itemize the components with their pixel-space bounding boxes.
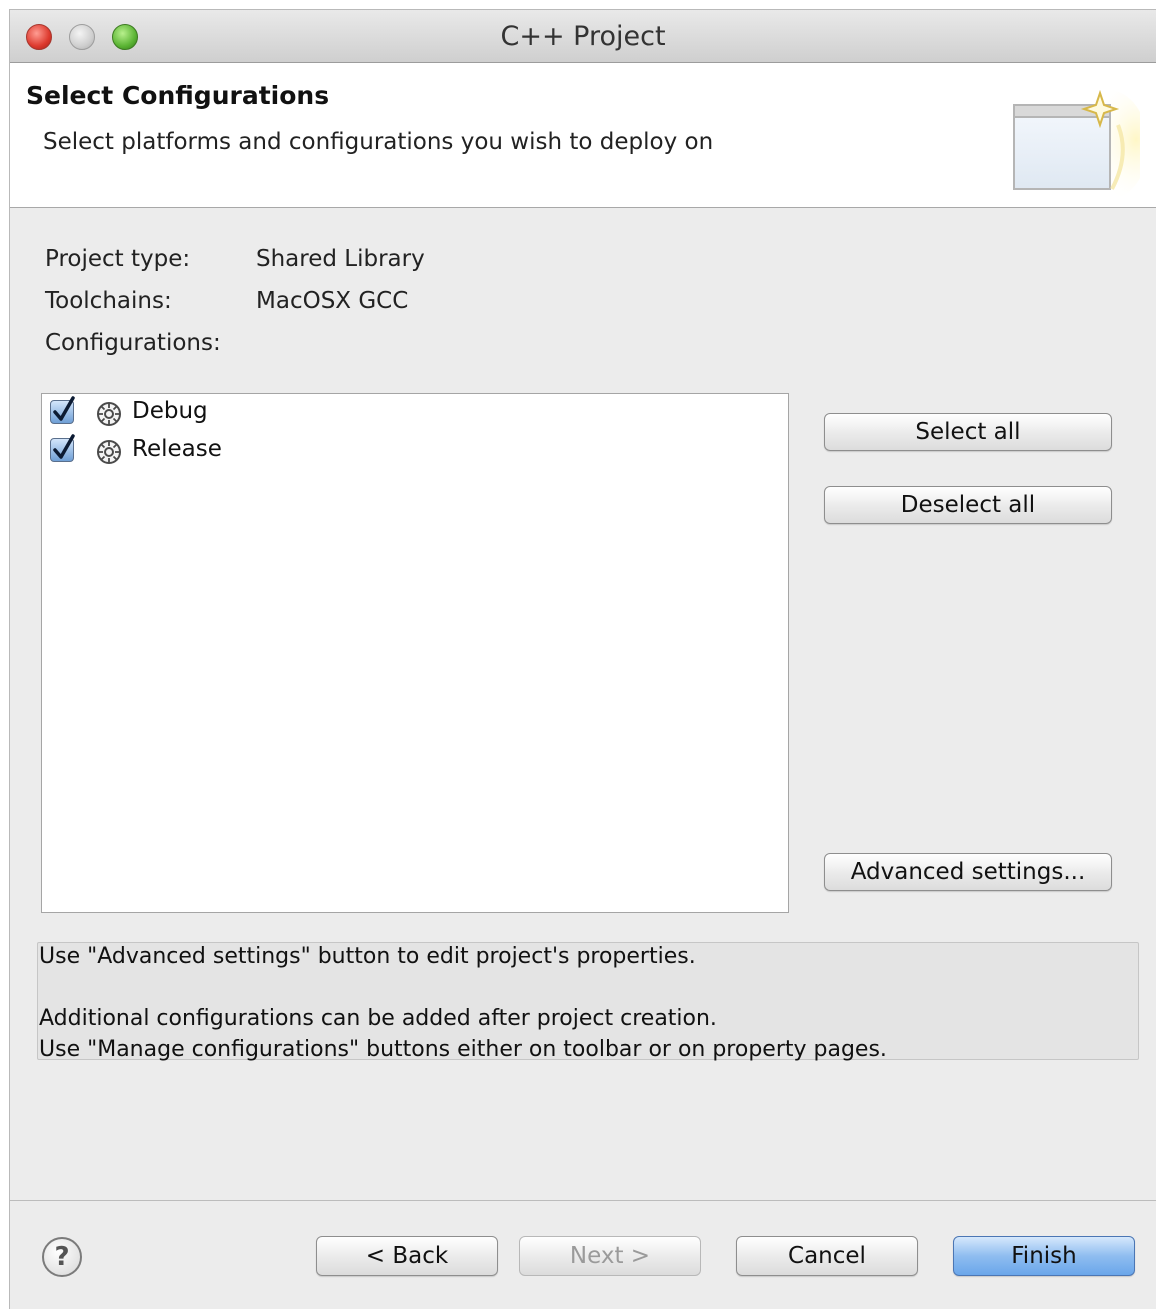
title-bar[interactable]: C++ Project: [10, 10, 1156, 63]
checkmark-icon: [53, 434, 75, 459]
toolchains-label: Toolchains:: [45, 288, 172, 314]
configuration-gear-icon: [97, 440, 121, 464]
config-item-release[interactable]: Release: [50, 434, 350, 468]
info-line: Additional configurations can be added a…: [39, 1006, 717, 1031]
window-title: C++ Project: [500, 21, 666, 52]
wizard-header: Select Configurations Select platforms a…: [10, 63, 1156, 208]
toolchains-value: MacOSX GCC: [256, 288, 409, 314]
new-wizard-icon: [1013, 89, 1140, 197]
cancel-button[interactable]: Cancel: [736, 1236, 918, 1276]
configurations-list[interactable]: Debug Release: [41, 393, 789, 913]
config-label: Debug: [132, 398, 208, 424]
config-checkbox-debug[interactable]: [50, 396, 75, 424]
dialog-window: C++ Project Select Configurations Select…: [10, 10, 1156, 1309]
page-title: Select Configurations: [26, 81, 330, 110]
project-type-value: Shared Library: [256, 246, 425, 272]
config-checkbox-release[interactable]: [50, 434, 75, 462]
finish-button[interactable]: Finish: [953, 1236, 1135, 1276]
advanced-settings-button[interactable]: Advanced settings...: [824, 853, 1112, 891]
back-button[interactable]: < Back: [316, 1236, 498, 1276]
page-description: Select platforms and configurations you …: [43, 129, 714, 155]
config-label: Release: [132, 436, 222, 462]
info-line: Use "Manage configurations" buttons eith…: [39, 1037, 887, 1062]
config-item-debug[interactable]: Debug: [50, 396, 350, 430]
select-all-button[interactable]: Select all: [824, 413, 1112, 451]
info-message-box: Use "Advanced settings" button to edit p…: [37, 942, 1139, 1062]
next-button[interactable]: Next >: [519, 1236, 701, 1276]
configuration-gear-icon: [97, 402, 121, 426]
info-line: Use "Advanced settings" button to edit p…: [39, 944, 696, 969]
configurations-label: Configurations:: [45, 330, 221, 356]
footer-divider: [10, 1200, 1156, 1201]
deselect-all-button[interactable]: Deselect all: [824, 486, 1112, 524]
project-type-label: Project type:: [45, 246, 191, 272]
checkmark-icon: [53, 396, 75, 421]
help-icon[interactable]: ?: [42, 1237, 82, 1277]
